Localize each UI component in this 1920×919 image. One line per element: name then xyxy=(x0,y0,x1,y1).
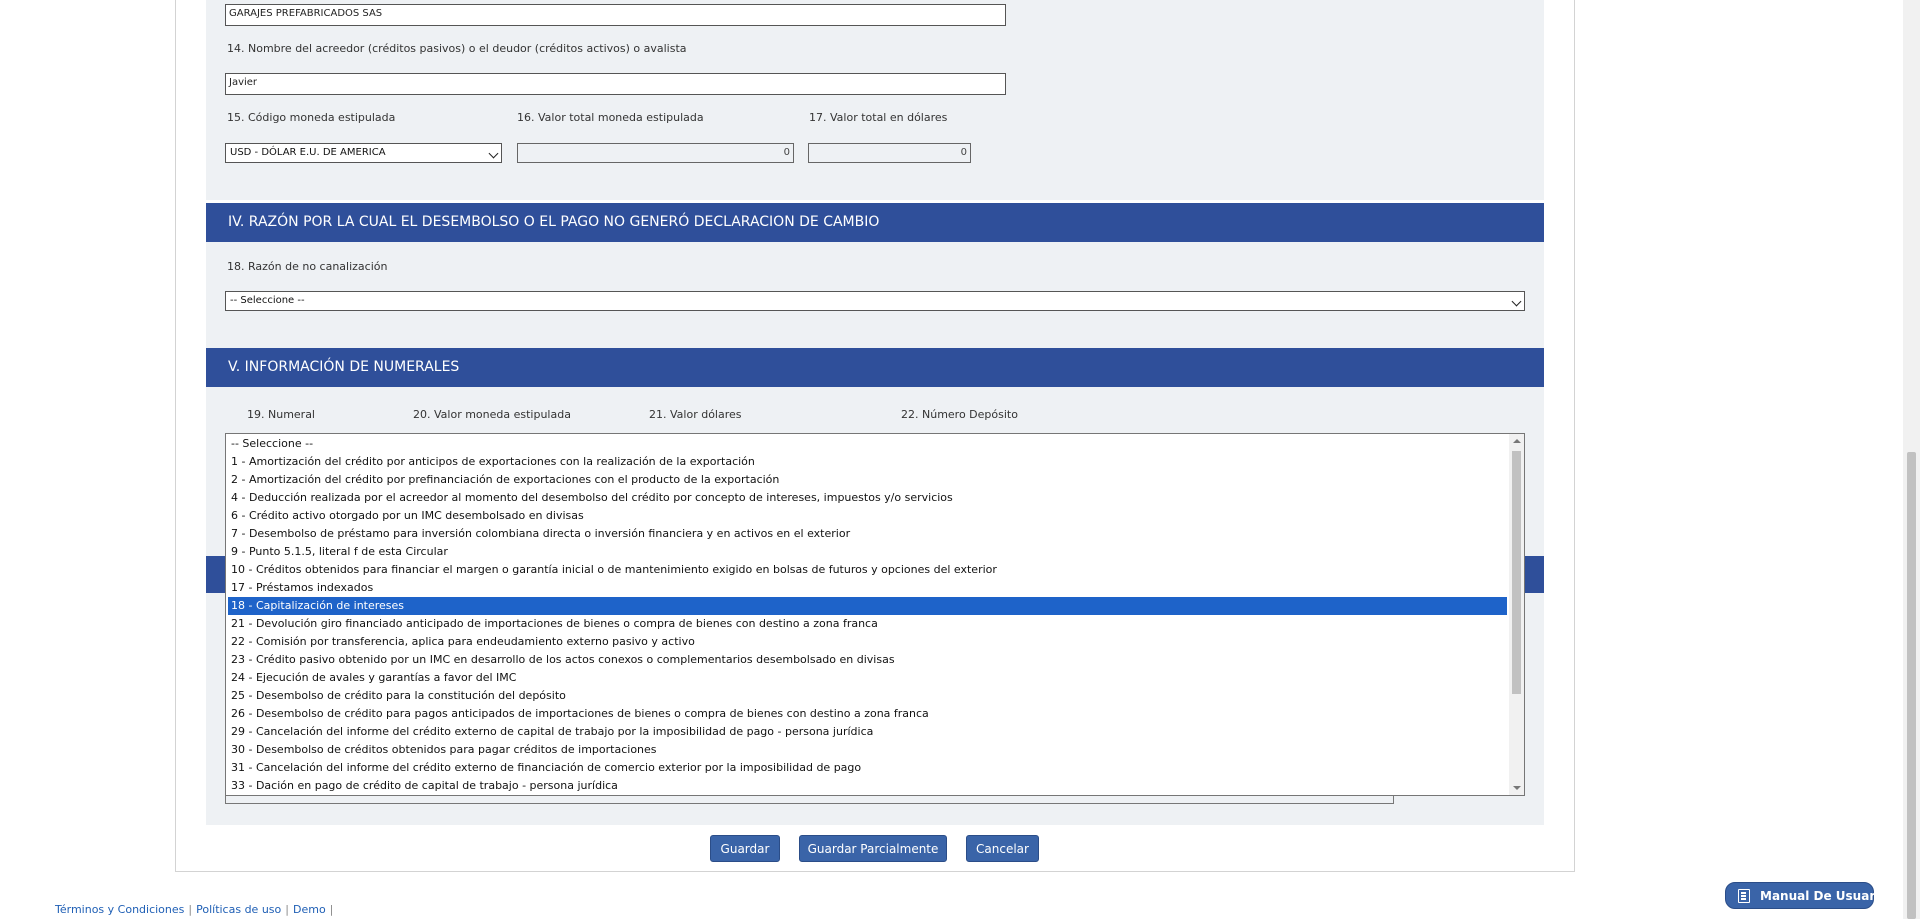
chevron-down-icon xyxy=(1511,296,1522,307)
numeral-option[interactable]: 23 - Crédito pasivo obtenido por un IMC … xyxy=(228,651,1507,669)
numeral-option[interactable]: 21 - Devolución giro financiado anticipa… xyxy=(228,615,1507,633)
acreedor-label: 14. Nombre del acreedor (créditos pasivo… xyxy=(227,42,687,55)
razon-select[interactable]: -- Seleccione -- xyxy=(225,291,1525,311)
valor-dolares-field: 0 xyxy=(808,143,971,163)
demo-link[interactable]: Demo xyxy=(293,903,326,916)
numeral-option[interactable]: 30 - Desembolso de créditos obtenidos pa… xyxy=(228,741,1507,759)
section-5-header: V. INFORMACIÓN DE NUMERALES xyxy=(206,348,1544,387)
numeral-option[interactable]: 1 - Amortización del crédito por anticip… xyxy=(228,453,1507,471)
numeral-option[interactable]: 31 - Cancelación del informe del crédito… xyxy=(228,759,1507,777)
col-numeral: 19. Numeral xyxy=(247,408,315,421)
separator: | xyxy=(285,903,289,916)
razon-label: 18. Razón de no canalización xyxy=(227,260,388,273)
numeral-option[interactable]: 25 - Desembolso de crédito para la const… xyxy=(228,687,1507,705)
numeral-option[interactable]: 7 - Desembolso de préstamo para inversió… xyxy=(228,525,1507,543)
valor-total-field: 0 xyxy=(517,143,794,163)
numeral-option[interactable]: 18 - Capitalización de intereses xyxy=(228,597,1507,615)
numeral-option[interactable]: 9 - Punto 5.1.5, literal f de esta Circu… xyxy=(228,543,1507,561)
col-valor-dolares: 21. Valor dólares xyxy=(649,408,742,421)
page-scrollbar[interactable] xyxy=(1903,0,1920,919)
manual-label: Manual De Usuario xyxy=(1760,889,1888,903)
separator: | xyxy=(188,903,193,916)
numeral-option[interactable]: 33 - Dación en pago de crédito de capita… xyxy=(228,777,1507,795)
scroll-down-icon[interactable] xyxy=(1513,786,1521,790)
document-icon xyxy=(1738,889,1750,903)
separator: | xyxy=(329,903,334,916)
guardar-button[interactable]: Guardar xyxy=(710,835,780,862)
scroll-up-icon[interactable] xyxy=(1513,439,1521,443)
section-4-header: IV. RAZÓN POR LA CUAL EL DESEMBOLSO O EL… xyxy=(206,203,1544,242)
codigo-moneda-label: 15. Código moneda estipulada xyxy=(227,111,396,124)
acreedor-field[interactable]: Javier xyxy=(225,73,1006,95)
politicas-link[interactable]: Políticas de uso xyxy=(196,903,281,916)
col-numero-deposito: 22. Número Depósito xyxy=(901,408,1018,421)
numeral-option[interactable]: 22 - Comisión por transferencia, aplica … xyxy=(228,633,1507,651)
guardar-parcialmente-button[interactable]: Guardar Parcialmente xyxy=(799,835,947,862)
empresa-field[interactable]: GARAJES PREFABRICADOS SAS xyxy=(225,4,1006,26)
section-3-panel xyxy=(206,0,1544,200)
numeral-option[interactable]: 17 - Préstamos indexados xyxy=(228,579,1507,597)
list-scrollbar[interactable] xyxy=(1509,434,1524,795)
numeral-dropdown-list[interactable]: -- Seleccione -- 1 - Amortización del cré… xyxy=(225,433,1525,796)
numeral-option[interactable]: 6 - Crédito activo otorgado por un IMC d… xyxy=(228,507,1507,525)
numeral-option[interactable]: 10 - Créditos obtenidos para financiar e… xyxy=(228,561,1507,579)
chevron-down-icon xyxy=(488,148,499,159)
numeral-option[interactable]: -- Seleccione -- xyxy=(228,435,1507,453)
numeral-option[interactable]: 26 - Desembolso de crédito para pagos an… xyxy=(228,705,1507,723)
cancelar-button[interactable]: Cancelar xyxy=(966,835,1039,862)
numeral-option[interactable]: 4 - Deducción realizada por el acreedor … xyxy=(228,489,1507,507)
col-valor-moneda: 20. Valor moneda estipulada xyxy=(413,408,571,421)
codigo-moneda-value: USD - DÓLAR E.U. DE AMERICA xyxy=(230,147,386,158)
footer-links: Términos y Condiciones | Políticas de uso |… xyxy=(55,903,337,916)
razon-value: -- Seleccione -- xyxy=(230,295,305,306)
valor-total-label: 16. Valor total moneda estipulada xyxy=(517,111,704,124)
page-scroll-thumb[interactable] xyxy=(1907,452,1916,919)
scroll-thumb[interactable] xyxy=(1512,451,1521,694)
terminos-link[interactable]: Términos y Condiciones xyxy=(55,903,184,916)
codigo-moneda-select[interactable]: USD - DÓLAR E.U. DE AMERICA xyxy=(225,143,502,163)
numeral-option[interactable]: 2 - Amortización del crédito por prefina… xyxy=(228,471,1507,489)
numeral-option[interactable]: 29 - Cancelación del informe del crédito… xyxy=(228,723,1507,741)
manual-usuario-button[interactable]: Manual De Usuario xyxy=(1725,882,1888,909)
valor-dolares-label: 17. Valor total en dólares xyxy=(809,111,948,124)
numeral-option[interactable]: 24 - Ejecución de avales y garantías a f… xyxy=(228,669,1507,687)
